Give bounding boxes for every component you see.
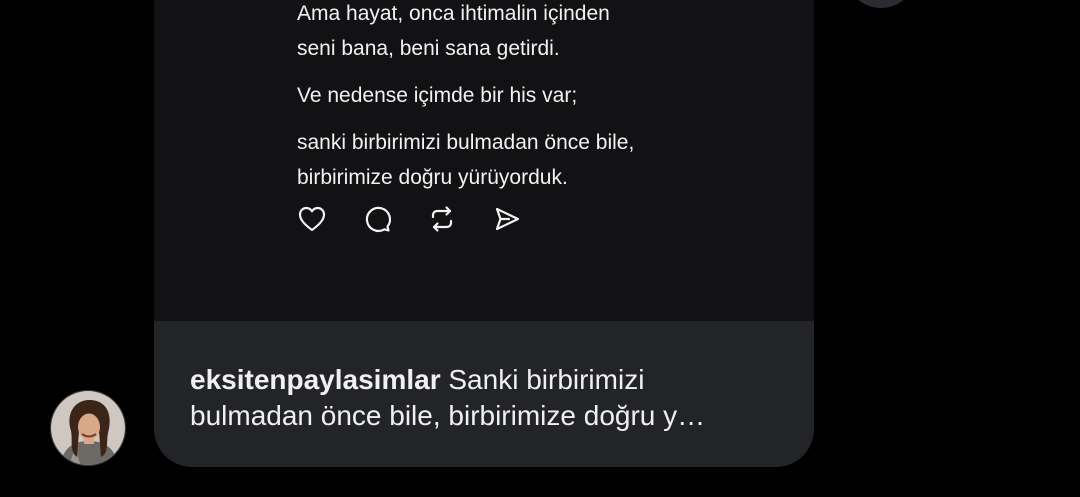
post-line: Ama hayat, onca ihtimalin içinden <box>297 2 610 25</box>
post-text: Ama hayat, onca ihtimalin içinden seni b… <box>297 0 777 195</box>
screen: Ama hayat, onca ihtimalin içinden seni b… <box>0 0 1080 497</box>
caption-line-2: bulmadan önce bile, birbirimize doğru y… <box>190 400 706 431</box>
shared-post-bubble[interactable]: Ama hayat, onca ihtimalin içinden seni b… <box>154 0 814 467</box>
like-button[interactable] <box>297 204 327 234</box>
post-line: Ve nedense içimde bir his var; <box>297 84 578 107</box>
post-caption[interactable]: eksitenpaylasimlar Sanki birbirimizi bul… <box>190 362 790 434</box>
caption-line-1: eksitenpaylasimlar Sanki birbirimizi <box>190 362 790 398</box>
profile-photo-icon <box>51 391 125 465</box>
post-line: sanki birbirimizi bulmadan önce bile, <box>297 131 635 154</box>
post-line: birbirimize doğru yürüyorduk. <box>297 166 568 189</box>
post-paragraph-3: sanki birbirimizi bulmadan önce bile, bi… <box>297 125 777 195</box>
post-paragraph-1: Ama hayat, onca ihtimalin içinden seni b… <box>297 0 777 66</box>
partial-avatar-circle <box>846 0 916 8</box>
repost-icon <box>431 206 453 232</box>
post-line: seni bana, beni sana getirdi. <box>297 37 560 60</box>
share-button[interactable] <box>492 204 522 234</box>
caption-username[interactable]: eksitenpaylasimlar <box>190 364 441 395</box>
avatar[interactable] <box>50 390 126 466</box>
heart-icon <box>298 206 326 232</box>
post-actions <box>297 204 557 234</box>
comment-icon <box>365 206 391 232</box>
post-paragraph-2: Ve nedense içimde bir his var; <box>297 78 777 113</box>
repost-button[interactable] <box>427 204 457 234</box>
comment-button[interactable] <box>362 204 392 234</box>
send-icon <box>495 207 520 231</box>
embedded-post[interactable]: Ama hayat, onca ihtimalin içinden seni b… <box>154 0 814 321</box>
caption-text: Sanki birbirimizi <box>448 364 645 395</box>
